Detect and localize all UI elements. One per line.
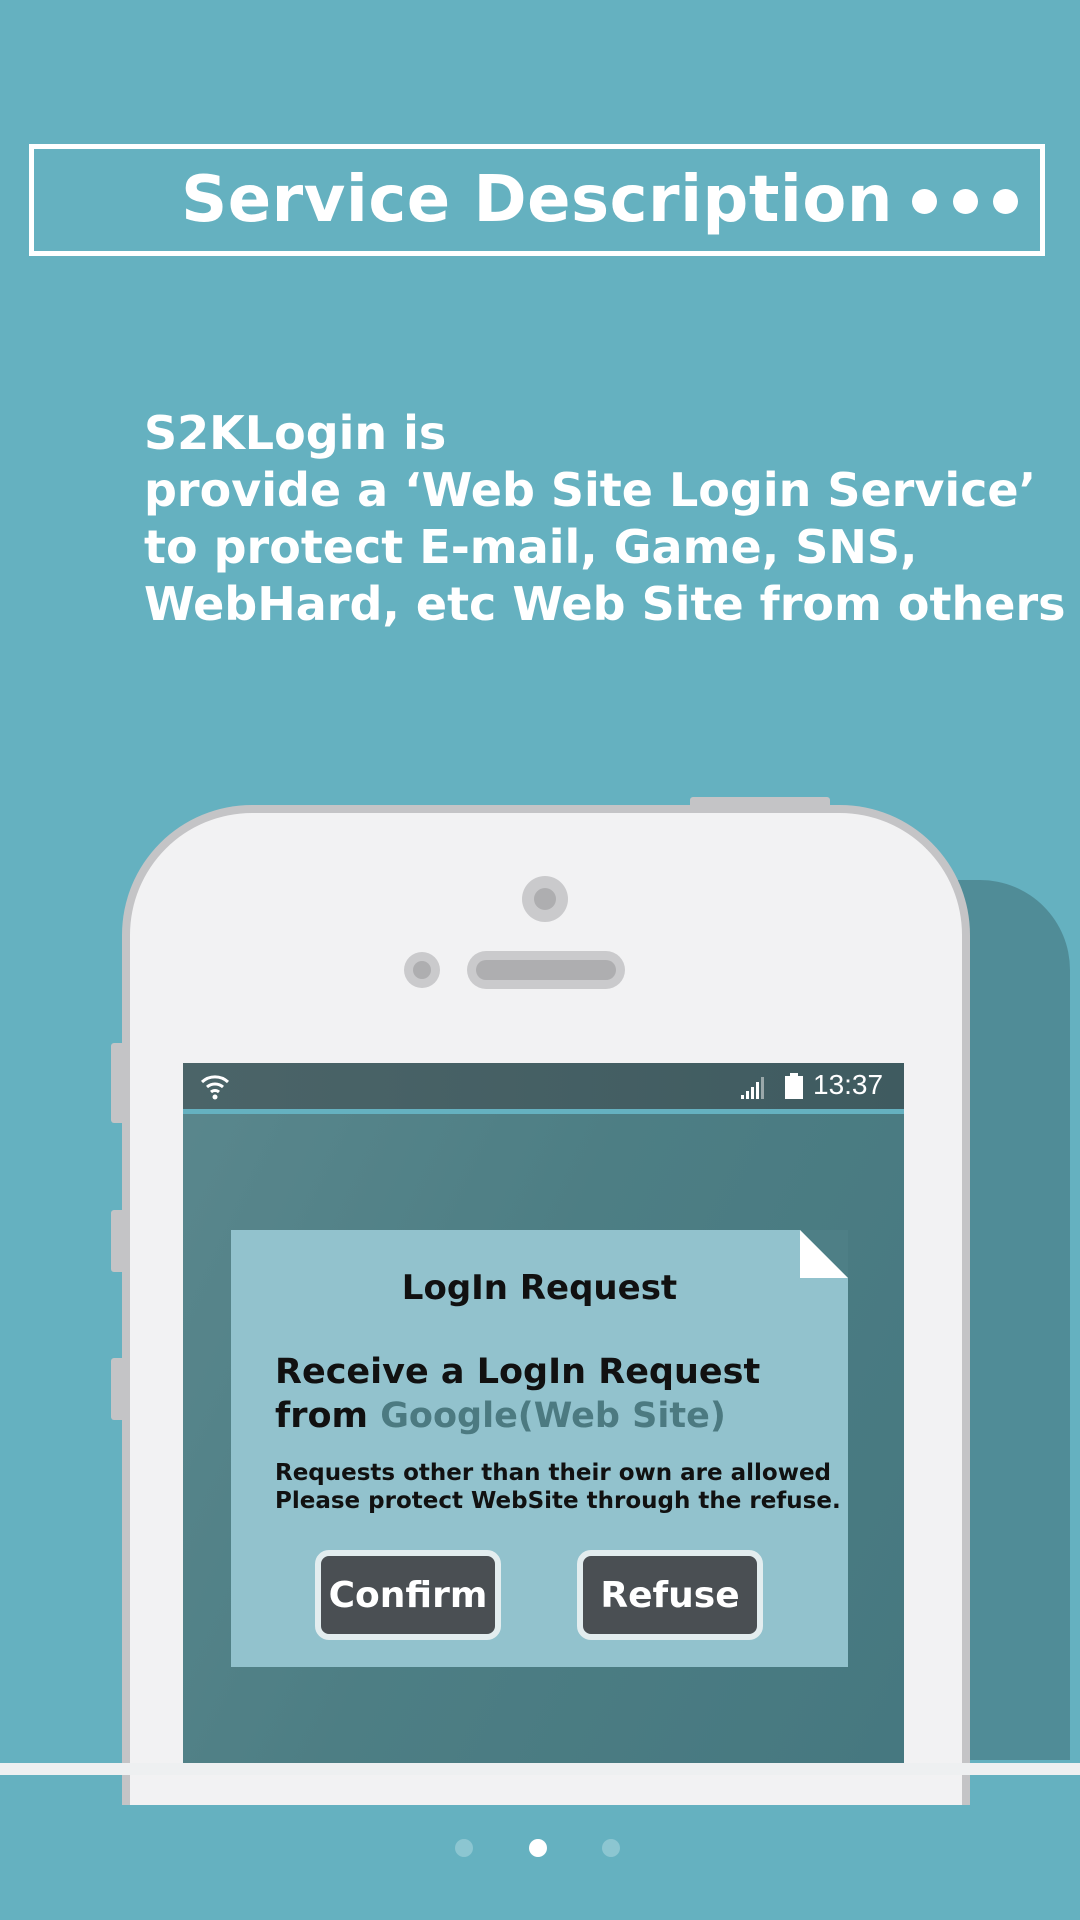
phone-speaker — [467, 951, 625, 989]
phone-camera — [522, 876, 568, 922]
refuse-button[interactable]: Refuse — [577, 1550, 763, 1640]
battery-icon — [785, 1073, 803, 1099]
more-dot-icon — [912, 188, 937, 214]
phone-screen: 13:37 LogIn Request Receive a LogIn Requ… — [183, 1063, 904, 1763]
dialog-message: Receive a LogIn Request from Google(Web … — [275, 1350, 760, 1438]
wifi-icon — [200, 1075, 230, 1100]
description-line: to protect E-mail, Game, SNS, — [144, 520, 918, 574]
dialog-message-line: Receive a LogIn Request — [275, 1352, 761, 1392]
page-title: Service Description — [181, 163, 893, 237]
dialog-note-line: Please protect WebSite through the refus… — [275, 1488, 841, 1514]
dialog-message-prefix: from — [275, 1396, 381, 1436]
more-menu-button[interactable] — [912, 181, 1018, 221]
phone-sensor — [404, 952, 440, 988]
requesting-site: Google(Web Site) — [380, 1396, 726, 1436]
service-description: S2KLogin is provide a ‘Web Site Login Se… — [144, 405, 1066, 633]
header-box: Service Description — [29, 144, 1045, 256]
signal-icon — [741, 1077, 764, 1099]
dialog-title: LogIn Request — [401, 1268, 678, 1308]
dialog-message-line: from Google(Web Site) — [275, 1394, 760, 1438]
more-dot-icon — [993, 188, 1018, 214]
page-dot[interactable] — [602, 1839, 620, 1857]
page-indicator — [455, 1838, 620, 1858]
status-bar: 13:37 — [183, 1063, 904, 1114]
dialog-note: Requests other than their own are allowe… — [275, 1459, 841, 1515]
bottom-divider — [0, 1763, 1080, 1775]
description-line: WebHard, etc Web Site from others — [144, 577, 1066, 631]
more-dot-icon — [952, 188, 978, 214]
page-dot[interactable] — [455, 1839, 473, 1857]
status-time: 13:37 — [813, 1069, 884, 1100]
page-dot-active[interactable] — [528, 1839, 547, 1857]
dialog-note-line: Requests other than their own are allowe… — [275, 1460, 832, 1486]
login-request-dialog: LogIn Request Receive a LogIn Request fr… — [231, 1230, 848, 1667]
description-line: provide a ‘Web Site Login Service’ — [144, 463, 1037, 517]
description-line: S2KLogin is — [144, 406, 447, 460]
confirm-button[interactable]: Confirm — [315, 1550, 501, 1640]
